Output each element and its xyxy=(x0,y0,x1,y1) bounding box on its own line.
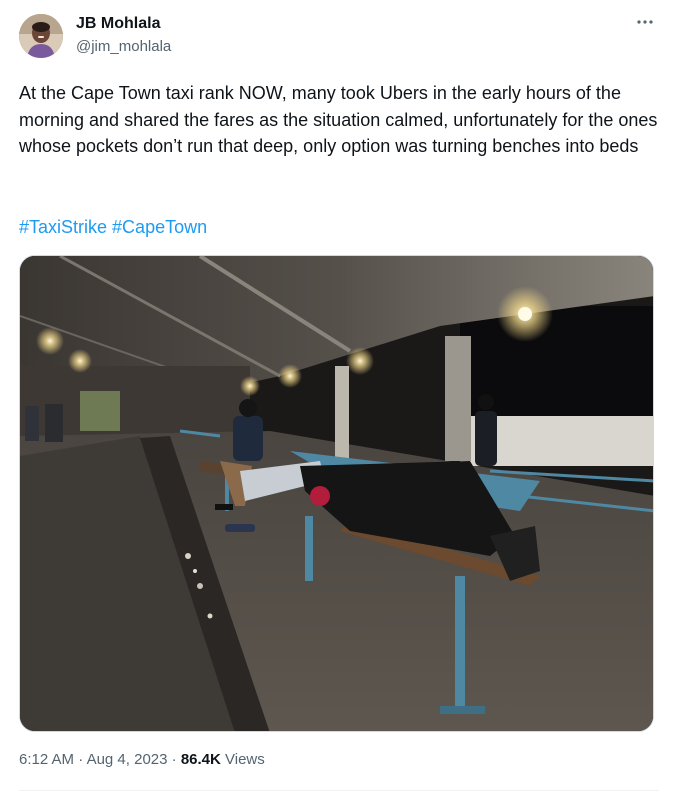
meta-separator: · xyxy=(167,751,181,768)
tweet-hashtags: #TaxiStrike #CapeTown xyxy=(19,214,207,240)
hashtag-link[interactable]: #CapeTown xyxy=(112,217,207,237)
author-display-name[interactable]: JB Mohlala xyxy=(76,15,160,33)
divider xyxy=(19,790,659,791)
tweet-meta: 6:12 AM · Aug 4, 2023 · 86.4K Views xyxy=(19,751,265,768)
views-label: Views xyxy=(225,751,265,768)
tweet-date[interactable]: Aug 4, 2023 xyxy=(87,751,168,768)
taxi-rank-night-photo xyxy=(20,256,653,731)
meta-separator: · xyxy=(74,751,87,768)
tweet-card: JB Mohlala @jim_mohlala At the Cape Town… xyxy=(0,0,677,801)
views-count: 86.4K xyxy=(180,751,221,768)
more-options-button[interactable] xyxy=(631,12,659,36)
more-horizontal-icon xyxy=(636,13,654,36)
tweet-body: At the Cape Town taxi rank NOW, many too… xyxy=(19,83,658,156)
author-handle[interactable]: @jim_mohlala xyxy=(76,38,171,55)
author-avatar[interactable] xyxy=(19,14,63,58)
tweet-photo[interactable] xyxy=(19,255,654,732)
tweet-text: At the Cape Town taxi rank NOW, many too… xyxy=(19,80,659,160)
hashtag-link[interactable]: #TaxiStrike xyxy=(19,217,107,237)
tweet-time[interactable]: 6:12 AM xyxy=(19,751,74,768)
